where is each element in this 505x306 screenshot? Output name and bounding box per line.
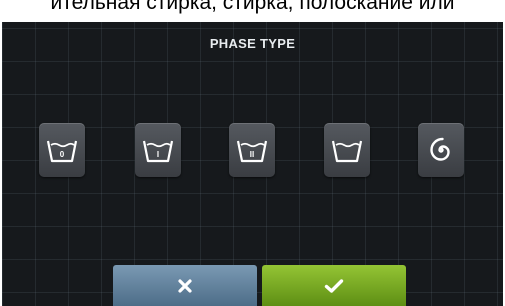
basin-wash-icon: I <box>142 140 174 163</box>
basin-mark: I <box>157 150 159 159</box>
phase-option-prewash[interactable]: 0 <box>39 123 85 177</box>
screen-title: PHASE TYPE <box>209 36 296 51</box>
cancel-button[interactable] <box>113 265 257 306</box>
basin-rinse-icon: II <box>236 140 268 163</box>
check-icon <box>324 278 344 293</box>
caption-text: ительная стирка, стирка, полоскание или <box>50 0 455 14</box>
phase-option-rinse[interactable]: II <box>229 123 275 177</box>
basin-mark: II <box>250 150 254 159</box>
phase-option-wash[interactable]: I <box>135 123 181 177</box>
spin-spiral-icon <box>430 137 450 161</box>
confirm-button[interactable] <box>262 265 406 306</box>
basin-mark: 0 <box>60 150 65 159</box>
cross-icon <box>178 278 192 293</box>
phase-option-empty-basin[interactable] <box>324 123 370 177</box>
caption-strip: ительная стирка, стирка, полоскание или <box>0 0 505 22</box>
basin-prewash-icon: 0 <box>46 140 78 163</box>
phase-option-spin[interactable] <box>418 123 464 177</box>
basin-empty-icon <box>331 140 363 163</box>
phase-type-screen: PHASE TYPE 0 I II <box>2 22 503 306</box>
